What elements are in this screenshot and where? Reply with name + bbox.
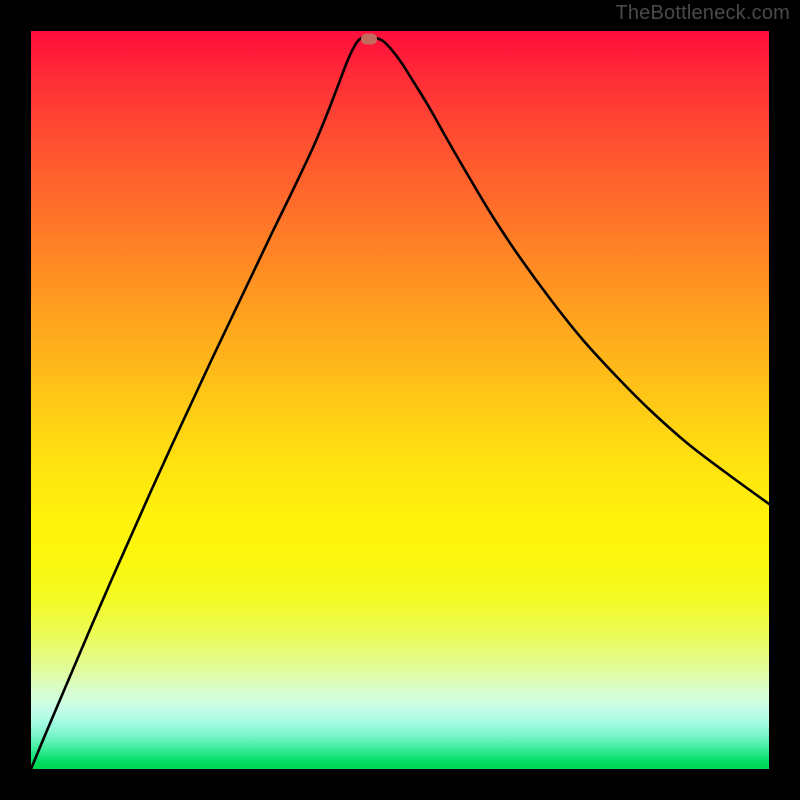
watermark-text: TheBottleneck.com [615, 2, 790, 25]
bottleneck-curve-path [31, 37, 769, 769]
chart-frame: TheBottleneck.com [0, 0, 800, 800]
plot-area [31, 31, 769, 769]
curve-svg [31, 31, 769, 769]
bottleneck-marker [361, 34, 377, 45]
